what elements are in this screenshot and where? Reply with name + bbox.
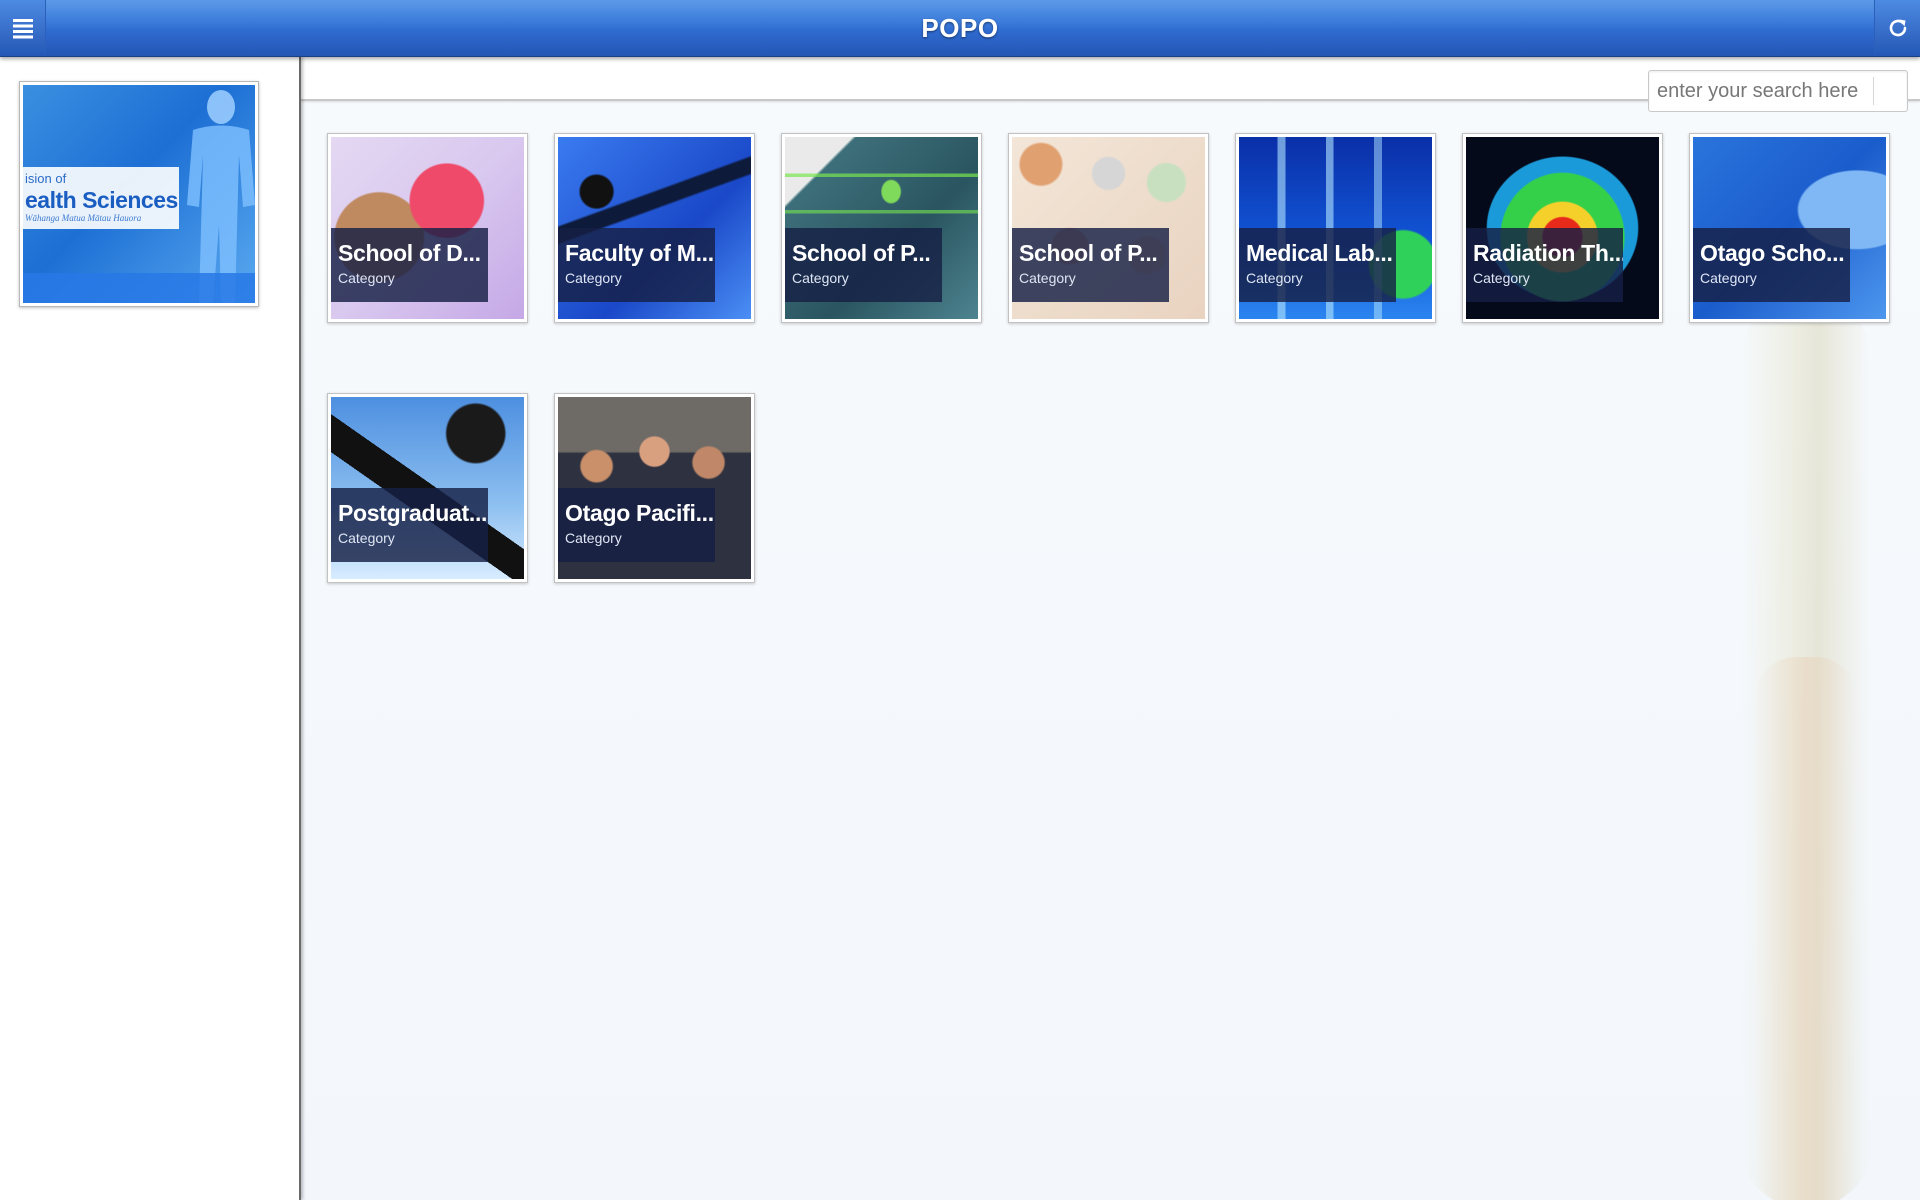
tile-image: Postgraduat... Category [331, 397, 524, 579]
tile-postgraduate[interactable]: Postgraduat... Category [327, 393, 528, 583]
tile-school-of-dentistry[interactable]: School of D... Category [327, 133, 528, 323]
tile-image: Radiation Th... Category [1466, 137, 1659, 319]
tile-subtitle: Category [1246, 270, 1303, 286]
main-content: School of D... Category Faculty of M... … [301, 57, 1920, 1200]
tile-subtitle: Category [565, 270, 622, 286]
tile-caption: Otago Pacifi... Category [558, 488, 715, 562]
tile-title: School of P... [792, 240, 931, 266]
tile-radiation-therapy[interactable]: Radiation Th... Category [1462, 133, 1663, 323]
background-flower-stem-lower [1756, 657, 1856, 1200]
tile-subtitle: Category [1019, 270, 1076, 286]
tile-subtitle: Category [1700, 270, 1757, 286]
tile-subtitle: Category [1473, 270, 1530, 286]
sidebar: ision of ealth Sciences Wāhanga Matua Mā… [0, 57, 301, 1200]
tile-subtitle: Category [338, 530, 395, 546]
tile-caption: Otago Scho... Category [1693, 228, 1850, 302]
tile-title: Otago Scho... [1700, 240, 1845, 266]
banner-line3: Wāhanga Matua Mātau Hauora [25, 213, 142, 223]
tile-caption: School of P... Category [785, 228, 942, 302]
tile-faculty-of-medicine[interactable]: Faculty of M... Category [554, 133, 755, 323]
health-sciences-banner: ision of ealth Sciences Wāhanga Matua Mā… [23, 167, 179, 229]
refresh-button[interactable] [1874, 0, 1920, 56]
app-title: POPO [921, 13, 999, 43]
tile-caption: Faculty of M... Category [558, 228, 715, 302]
tile-title: School of P... [1019, 240, 1158, 266]
tile-school-of-pharmacy[interactable]: School of P... Category [1008, 133, 1209, 323]
tile-otago-school-of-medical-sciences[interactable]: Otago Scho... Category [1689, 133, 1890, 323]
tile-otago-pacific[interactable]: Otago Pacifi... Category [554, 393, 755, 583]
app-header: POPO [0, 0, 1920, 57]
tile-title: Postgraduat... [338, 500, 488, 526]
health-sciences-thumbnail[interactable]: ision of ealth Sciences Wāhanga Matua Mā… [19, 81, 259, 307]
tile-image: Otago Scho... Category [1693, 137, 1886, 319]
banner-line2: ealth Sciences [25, 187, 178, 213]
tile-title: School of D... [338, 240, 481, 266]
tile-subtitle: Category [565, 530, 622, 546]
tile-title: Faculty of M... [565, 240, 714, 266]
tile-caption: Medical Lab... Category [1239, 228, 1396, 302]
tile-caption: School of D... Category [331, 228, 488, 302]
banner-strip [23, 273, 255, 303]
tile-medical-laboratory[interactable]: Medical Lab... Category [1235, 133, 1436, 323]
tile-title: Otago Pacifi... [565, 500, 714, 526]
tile-caption: Radiation Th... Category [1466, 228, 1623, 302]
tile-subtitle: Category [338, 270, 395, 286]
tile-image: Medical Lab... Category [1239, 137, 1432, 319]
tile-image: Otago Pacifi... Category [558, 397, 751, 579]
banner-line1: ision of [25, 171, 67, 186]
tile-title: Medical Lab... [1246, 240, 1393, 266]
search-input[interactable] [1649, 71, 1871, 111]
search-divider [1873, 77, 1874, 105]
tile-image: School of D... Category [331, 137, 524, 319]
tile-school-of-physiotherapy[interactable]: School of P... Category [781, 133, 982, 323]
tile-image: School of P... Category [785, 137, 978, 319]
search-box [1648, 70, 1908, 112]
tile-caption: Postgraduat... Category [331, 488, 488, 562]
health-sciences-image: ision of ealth Sciences Wāhanga Matua Mā… [23, 85, 255, 303]
refresh-icon [1889, 19, 1906, 37]
tile-caption: School of P... Category [1012, 228, 1169, 302]
tile-image: School of P... Category [1012, 137, 1205, 319]
tile-subtitle: Category [792, 270, 849, 286]
tile-title: Radiation Th... [1473, 240, 1623, 266]
tile-image: Faculty of M... Category [558, 137, 751, 319]
